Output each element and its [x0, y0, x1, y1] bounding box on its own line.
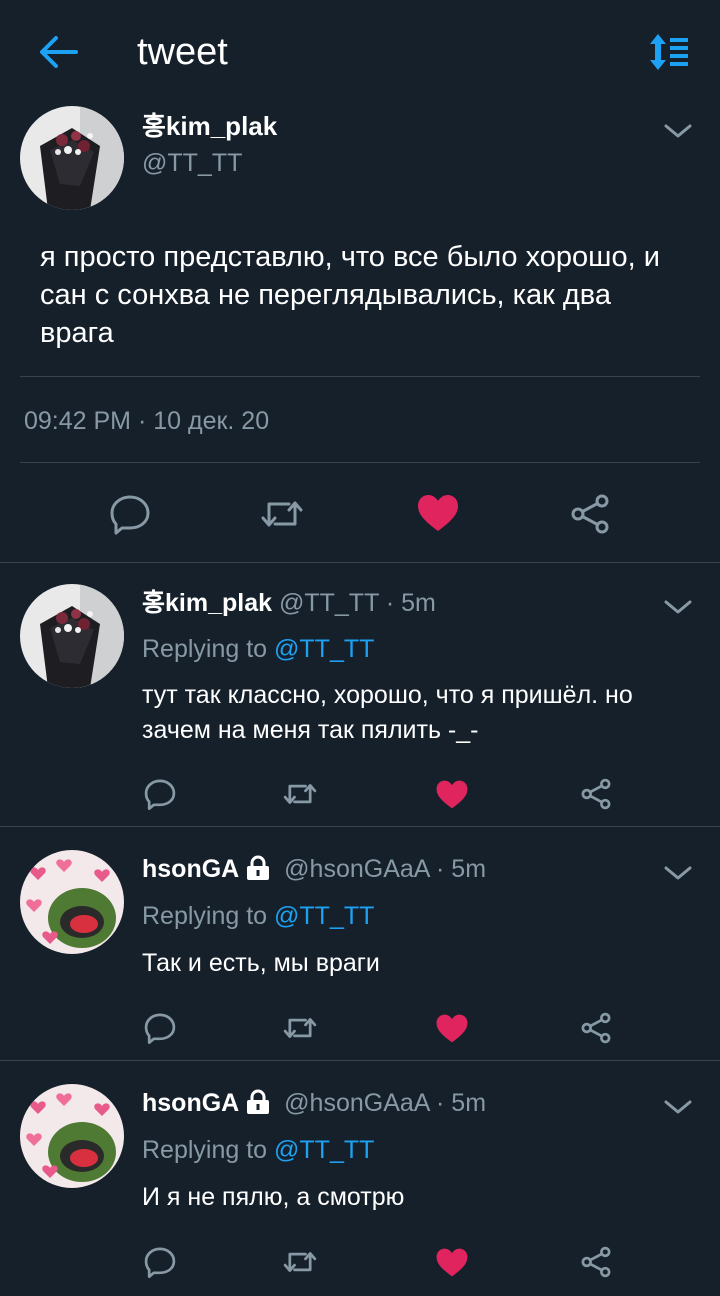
- share-button[interactable]: [576, 774, 616, 814]
- lock-icon: [245, 1089, 271, 1124]
- sort-icon: [650, 34, 688, 70]
- replying-to-link[interactable]: @TT_TT: [274, 1136, 374, 1164]
- tweet-timestamp: 09:42 PM · 10 дек. 20: [24, 407, 270, 435]
- reply-author-name[interactable]: hsonGA: [142, 1089, 239, 1117]
- tweet-menu-button[interactable]: [660, 592, 696, 622]
- replying-prefix: Replying to: [142, 635, 268, 663]
- reply-handle-time[interactable]: @TT_TT · 5m: [279, 589, 436, 617]
- replying-to-link[interactable]: @TT_TT: [274, 902, 374, 930]
- avatar[interactable]: [20, 1084, 124, 1188]
- like-button[interactable]: [432, 774, 472, 814]
- share-button[interactable]: [576, 1242, 616, 1282]
- reply-text: Так и есть, мы враги: [142, 949, 380, 977]
- reply-author-name[interactable]: hsonGA: [142, 855, 239, 883]
- reply-icon: [110, 495, 150, 535]
- tweet-text: я просто представлю, что все было хорошо…: [40, 241, 660, 349]
- retweet-button[interactable]: [280, 1008, 320, 1048]
- back-arrow-icon: [40, 36, 78, 68]
- replying-to: Replying to @TT_TT: [142, 899, 374, 933]
- share-icon: [571, 494, 609, 534]
- reply-header: hsonGA @hsonGAaA · 5m: [142, 852, 486, 890]
- reply-button[interactable]: [140, 774, 180, 814]
- page-title: tweet: [137, 31, 228, 73]
- author-handle[interactable]: @TT_TT: [142, 148, 242, 178]
- like-button[interactable]: [414, 488, 462, 538]
- divider: [20, 376, 700, 377]
- like-button[interactable]: [432, 1008, 472, 1048]
- share-icon: [581, 778, 611, 810]
- tweet-menu-button[interactable]: [660, 858, 696, 888]
- reply-text: тут так классно, хорошо, что я пришёл. н…: [142, 681, 633, 744]
- share-icon: [581, 1012, 611, 1044]
- reply-button[interactable]: [106, 490, 154, 538]
- bouquet-avatar-image: [20, 584, 124, 688]
- replying-to-link[interactable]: @TT_TT: [274, 635, 374, 663]
- reply-icon: [144, 1013, 176, 1045]
- author-name[interactable]: 홍kim_plak: [142, 110, 277, 142]
- reply-handle-time[interactable]: @hsonGAaA · 5m: [284, 1089, 486, 1117]
- replying-prefix: Replying to: [142, 1136, 268, 1164]
- divider: [0, 1060, 720, 1061]
- avatar[interactable]: [20, 106, 124, 210]
- reply-text: И я не пялю, а смотрю: [142, 1183, 405, 1211]
- reply-header: 홍kim_plak @TT_TT · 5m: [142, 586, 436, 620]
- heart-icon: [436, 1014, 468, 1042]
- heart-icon: [436, 1248, 468, 1276]
- replying-to: Replying to @TT_TT: [142, 1133, 374, 1167]
- tweet-menu-button[interactable]: [660, 1092, 696, 1122]
- chevron-down-icon: [664, 124, 692, 138]
- divider: [0, 562, 720, 563]
- back-button[interactable]: [34, 30, 82, 74]
- bouquet-avatar-image: [20, 106, 124, 210]
- retweet-button[interactable]: [280, 1242, 320, 1282]
- divider: [0, 826, 720, 827]
- retweet-icon: [283, 1252, 317, 1272]
- retweet-button[interactable]: [258, 490, 306, 538]
- share-button[interactable]: [566, 490, 614, 538]
- share-icon: [581, 1246, 611, 1278]
- top-bar: tweet: [0, 0, 720, 100]
- share-button[interactable]: [576, 1008, 616, 1048]
- sort-button[interactable]: [644, 30, 692, 74]
- avatar[interactable]: [20, 850, 124, 954]
- retweet-icon: [283, 1018, 317, 1038]
- reply-handle-time[interactable]: @hsonGAaA · 5m: [284, 855, 486, 883]
- frog-avatar-image: [20, 1084, 124, 1188]
- divider: [20, 462, 700, 463]
- tweet-menu-button[interactable]: [660, 116, 696, 146]
- chevron-down-icon: [664, 600, 692, 614]
- like-button[interactable]: [432, 1242, 472, 1282]
- replying-prefix: Replying to: [142, 902, 268, 930]
- reply-button[interactable]: [140, 1242, 180, 1282]
- reply-header: hsonGA @hsonGAaA · 5m: [142, 1086, 486, 1124]
- retweet-icon: [283, 784, 317, 804]
- heart-icon: [418, 495, 458, 531]
- heart-icon: [436, 780, 468, 808]
- reply-author-name[interactable]: 홍kim_plak: [142, 589, 272, 617]
- avatar[interactable]: [20, 584, 124, 688]
- chevron-down-icon: [664, 1100, 692, 1114]
- lock-icon: [245, 855, 271, 890]
- frog-avatar-image: [20, 850, 124, 954]
- reply-button[interactable]: [140, 1008, 180, 1048]
- retweet-icon: [261, 501, 303, 527]
- reply-icon: [144, 779, 176, 811]
- retweet-button[interactable]: [280, 774, 320, 814]
- replying-to: Replying to @TT_TT: [142, 632, 374, 666]
- reply-icon: [144, 1247, 176, 1279]
- chevron-down-icon: [664, 866, 692, 880]
